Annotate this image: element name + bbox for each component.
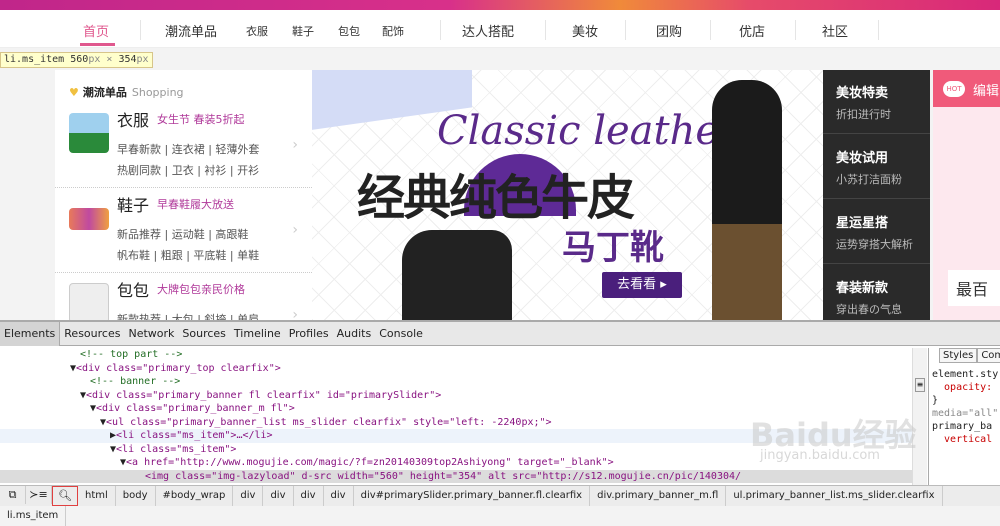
tab-styles[interactable]: Styles	[939, 348, 978, 363]
heart-icon: ♥	[69, 86, 79, 99]
category-bags[interactable]: 包包 大牌包包亲民价格 新款热荐 | 大包 | 斜挎 | 单肩 ›	[55, 273, 312, 320]
nav-shops[interactable]: 优店	[739, 21, 765, 40]
dock-icon[interactable]: ⧉	[0, 486, 26, 504]
menu-item[interactable]: 美妆试用 小苏打洁面粉	[823, 135, 930, 199]
tab-console[interactable]: Console	[375, 322, 427, 346]
category-clothes[interactable]: 衣服 女生节 春装5折起 早春新款 | 连衣裙 | 轻薄外套 热剧同款 | 卫衣…	[55, 103, 312, 188]
category-panel: ♥ 潮流单品 Shopping 衣服 女生节 春装5折起 早春新款 | 连衣裙 | …	[55, 70, 312, 320]
sweater-image	[69, 113, 109, 153]
nav-community[interactable]: 社区	[822, 21, 848, 40]
nav-shoes[interactable]: 鞋子	[292, 23, 314, 39]
nav-divider	[710, 20, 711, 40]
menu-item[interactable]: 星运星搭 运势穿搭大解析	[823, 200, 930, 264]
nav-daren[interactable]: 达人搭配	[462, 21, 514, 40]
nav-divider	[625, 20, 626, 40]
scroll-thumb[interactable]: ≡	[915, 378, 925, 392]
category-heading: ♥ 潮流单品 Shopping	[69, 86, 184, 99]
nav-trend[interactable]: 潮流单品	[165, 21, 217, 40]
tab-sources[interactable]: Sources	[178, 322, 230, 346]
console-drawer-icon[interactable]: ≻≡	[26, 486, 52, 504]
tab-profiles[interactable]: Profiles	[285, 322, 333, 346]
nav-divider	[440, 20, 441, 40]
nav-home[interactable]: 首页	[83, 21, 109, 40]
nav-beauty[interactable]: 美妆	[572, 21, 598, 40]
chevron-right-icon: ›	[292, 137, 298, 153]
go-see-button[interactable]: 去看看 ▸	[602, 272, 682, 298]
nav-bags[interactable]: 包包	[338, 23, 360, 39]
nav-divider	[545, 20, 546, 40]
tab-resources[interactable]: Resources	[60, 322, 124, 346]
nav-divider	[140, 20, 141, 40]
styles-pane: Styles Com element.sty opacity: } media="…	[928, 348, 1000, 485]
menu-item[interactable]: 美妆特卖 折扣进行时	[823, 70, 930, 134]
sneaker-image	[69, 208, 109, 230]
tab-timeline[interactable]: Timeline	[230, 322, 285, 346]
dom-node[interactable]: ▼<div class="primary_banner fl clearfix"…	[0, 389, 912, 403]
inspect-tooltip: li.ms_item 560px × 354px	[0, 52, 153, 68]
nav-accessories[interactable]: 配饰	[382, 23, 404, 39]
beauty-menu: 美妆特卖 折扣进行时 美妆试用 小苏打洁面粉 星运星搭 运势穿搭大解析 春装新款 穿出春…	[823, 70, 930, 320]
breadcrumb: ⧉ ≻≡ 🔍︎ html body #body_wrap div div div…	[0, 485, 1000, 526]
nav-group[interactable]: 团购	[656, 21, 682, 40]
promo-banner[interactable]: Classic leather 经典纯色牛皮 马丁靴 去看看 ▸	[312, 70, 823, 320]
nav-active-underline	[80, 43, 115, 46]
dom-node[interactable]: ▼<div class="primary_top clearfix">	[0, 362, 912, 376]
devtools-tabs: Elements Resources Network Sources Timel…	[0, 322, 1000, 346]
nav-clothes[interactable]: 衣服	[246, 23, 268, 39]
watermark-url: jingyan.baidu.com	[760, 448, 880, 463]
tab-computed[interactable]: Com	[977, 348, 1000, 363]
editor-card[interactable]: HOT 编辑 最百	[933, 70, 1000, 320]
model-image	[712, 80, 782, 320]
chevron-right-icon: ›	[292, 307, 298, 320]
search-icon[interactable]: 🔍︎	[52, 486, 78, 506]
tab-audits[interactable]: Audits	[333, 322, 376, 346]
nav-divider	[878, 20, 879, 40]
boot-image	[402, 230, 512, 320]
tab-network[interactable]: Network	[124, 322, 178, 346]
nav-divider	[795, 20, 796, 40]
chevron-right-icon: ›	[292, 222, 298, 238]
backpack-image	[69, 283, 109, 320]
tab-elements[interactable]: Elements	[0, 322, 61, 346]
dom-node-selected[interactable]: <img class="img-lazyload" d-src width="5…	[0, 469, 912, 483]
top-banner-bar	[0, 0, 1000, 10]
main-nav: 首页 潮流单品 衣服 鞋子 包包 配饰 达人搭配 美妆 团购 优店 社区	[0, 10, 1000, 48]
category-shoes[interactable]: 鞋子 早春鞋履大放送 新品推荐 | 运动鞋 | 高跟鞋 帆布鞋 | 粗跟 | 平…	[55, 188, 312, 273]
hot-badge: HOT	[943, 81, 965, 97]
